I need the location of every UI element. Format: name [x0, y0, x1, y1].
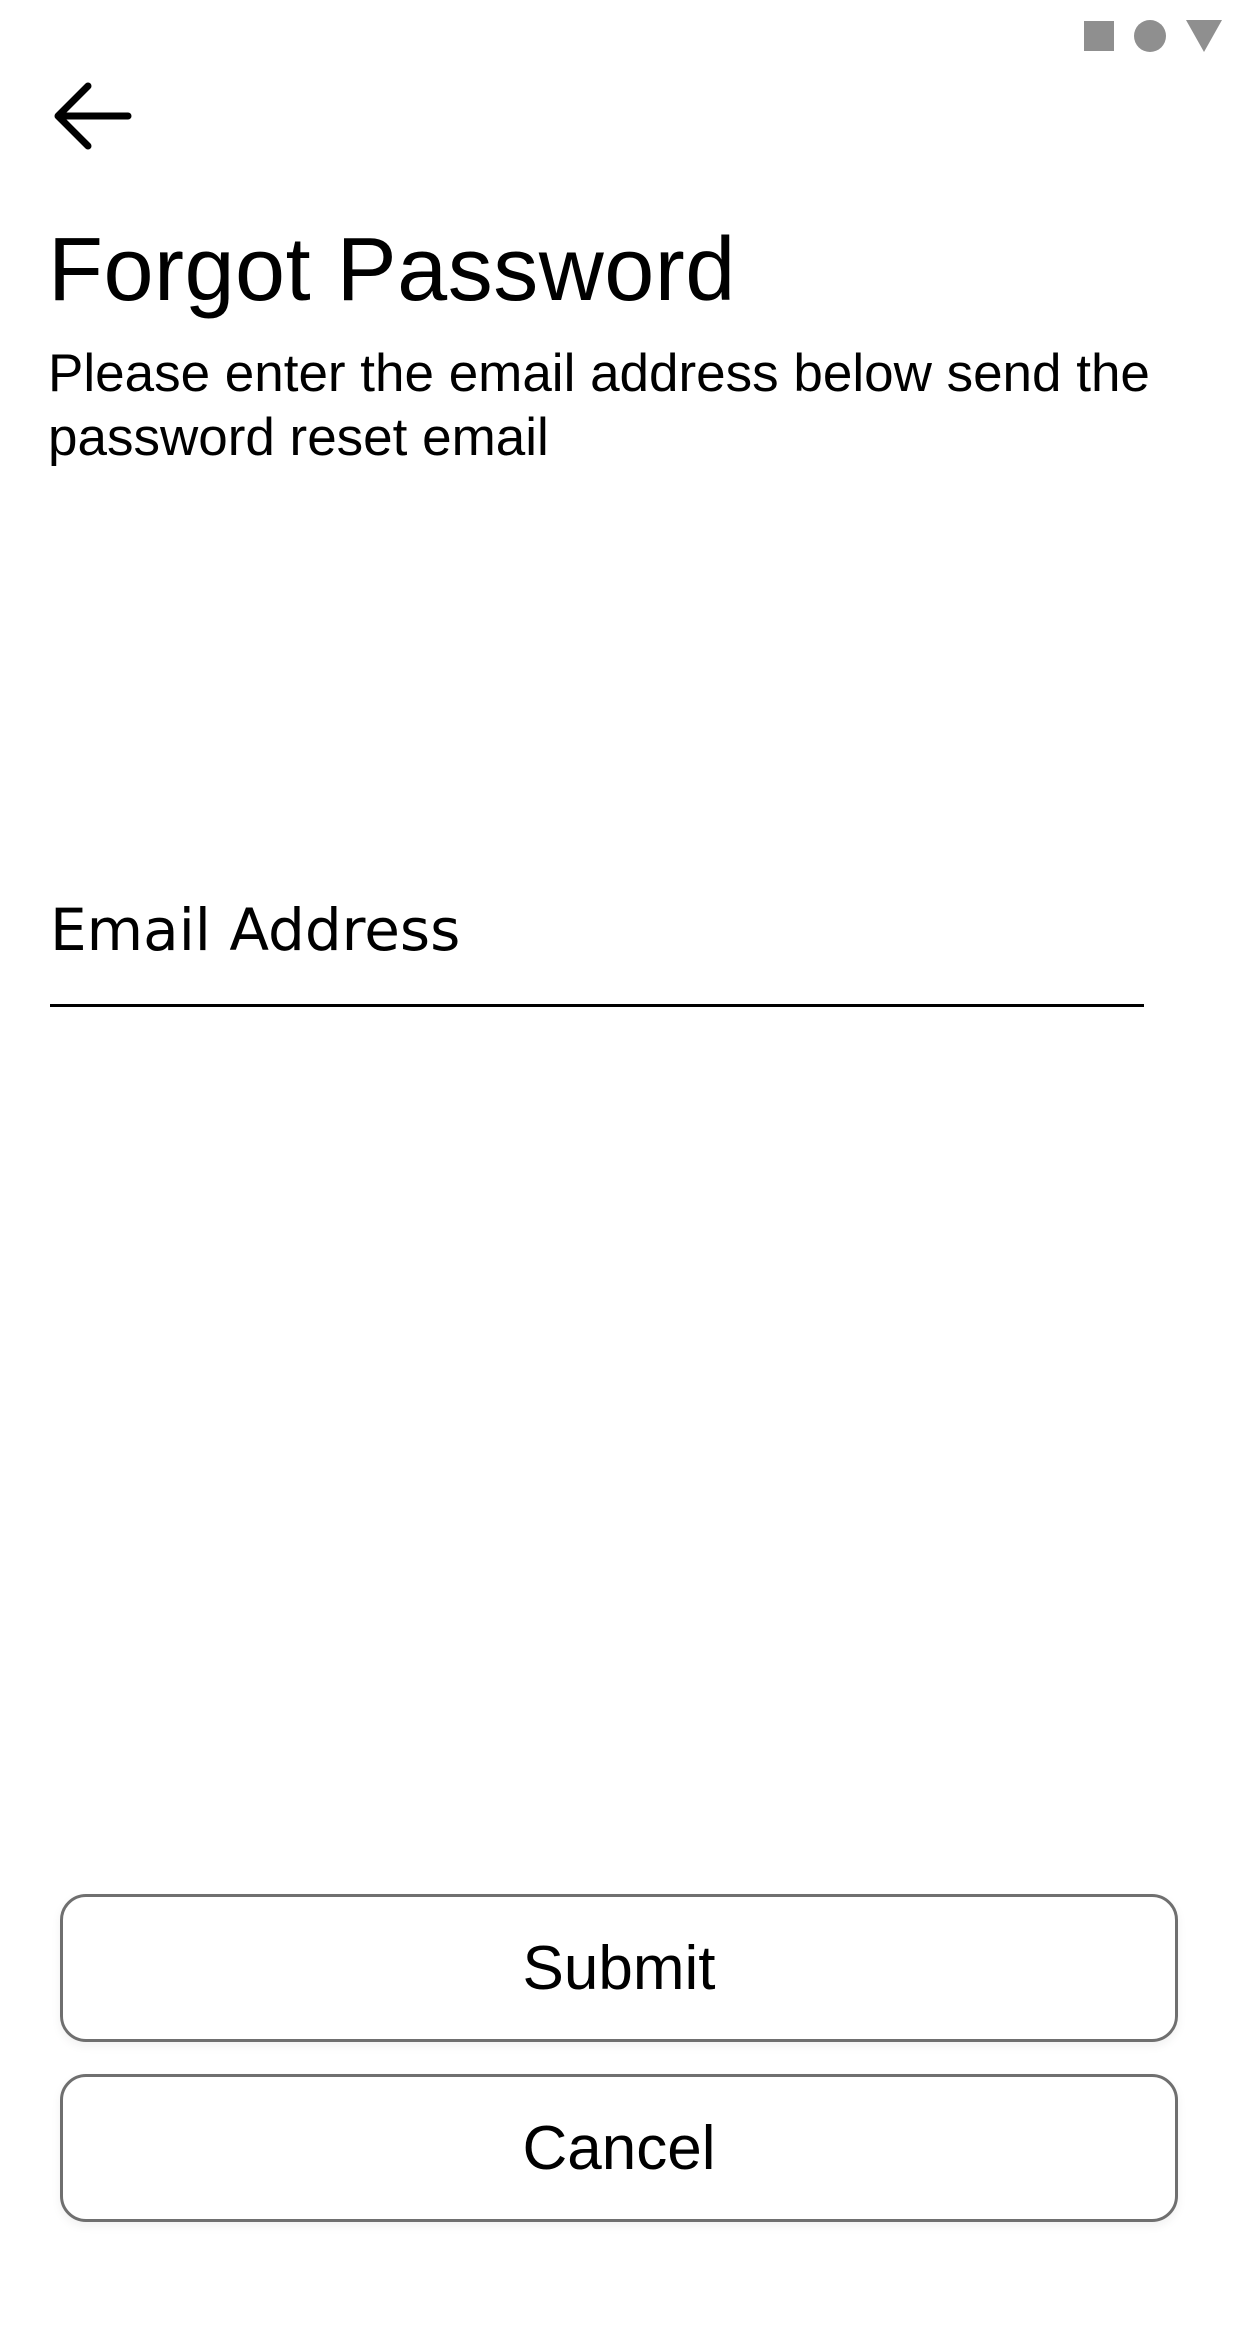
- submit-button[interactable]: Submit: [60, 1894, 1178, 2042]
- square-icon: [1084, 21, 1114, 51]
- arrow-left-icon: [54, 82, 132, 150]
- email-field[interactable]: [50, 870, 1144, 1007]
- status-bar-icons: [1084, 20, 1222, 52]
- cancel-button[interactable]: Cancel: [60, 2074, 1178, 2222]
- page-subtitle: Please enter the email address below sen…: [48, 344, 1150, 467]
- triangle-icon: [1186, 20, 1222, 52]
- circle-icon: [1134, 20, 1166, 52]
- page-title: Forgot Password: [48, 220, 736, 320]
- back-button[interactable]: [50, 78, 136, 154]
